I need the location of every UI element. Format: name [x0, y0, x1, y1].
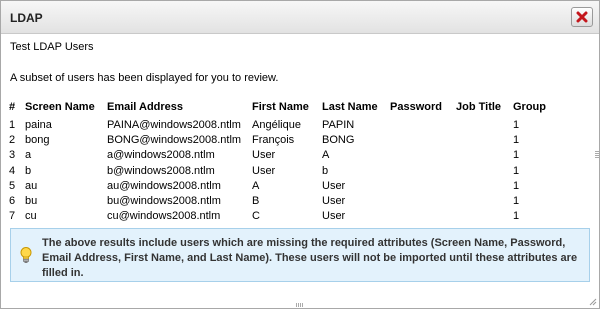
cell-screen-name: a: [25, 149, 32, 162]
cell-screen-name: paina: [25, 118, 52, 131]
cell-group: 1: [513, 195, 520, 208]
cell-email: b@windows2008.ntlm: [107, 164, 215, 177]
cell-screen-name: bong: [25, 133, 50, 146]
dialog-title: LDAP: [10, 11, 43, 25]
corner-resize-handle-icon[interactable]: [589, 298, 597, 306]
cell-password: [390, 148, 456, 163]
table-row: 1 paina PAINA@windows2008.ntlm Angélique…: [9, 117, 557, 132]
cell-job-title: [456, 132, 513, 147]
cell-group: 1: [513, 149, 520, 162]
cell-last-name: User: [322, 179, 346, 192]
table-row: 7 cu cu@windows2008.ntlm C User 1: [9, 209, 557, 224]
cell-job-title: [456, 163, 513, 178]
cell-first-name: C: [252, 210, 260, 223]
cell-group: 1: [513, 164, 520, 177]
cell-email: cu@windows2008.ntlm: [107, 210, 221, 223]
cell-last-name: User: [322, 195, 346, 208]
table-row: 4 b b@windows2008.ntlm User b 1: [9, 163, 557, 178]
cell-group: 1: [513, 179, 520, 192]
cell-first-name: User: [252, 149, 276, 162]
cell-job-title: [456, 148, 513, 163]
cell-password: [390, 163, 456, 178]
lightbulb-icon: [20, 247, 32, 263]
cell-screen-name: cu: [25, 210, 37, 223]
cell-email: au@windows2008.ntlm: [107, 179, 221, 192]
table-row: 2 bong BONG@windows2008.ntlm François BO…: [9, 132, 557, 147]
header-group: Group: [513, 101, 546, 113]
cell-group: 1: [513, 133, 520, 146]
header-first-name: First Name: [252, 101, 309, 113]
cell-screen-name: bu: [25, 195, 38, 208]
cell-first-name: B: [252, 195, 260, 208]
cell-password: [390, 132, 456, 147]
header-number: #: [9, 101, 16, 113]
cell-number: 4: [9, 164, 16, 177]
table-row: 5 au au@windows2008.ntlm A User 1: [9, 178, 557, 193]
dialog-titlebar[interactable]: LDAP: [1, 1, 599, 34]
cell-number: 1: [9, 118, 16, 131]
cell-password: [390, 178, 456, 193]
header-password: Password: [390, 101, 442, 113]
header-screen-name: Screen Name: [25, 101, 95, 113]
cell-job-title: [456, 117, 513, 132]
cell-email: a@windows2008.ntlm: [107, 149, 215, 162]
cell-number: 5: [9, 179, 16, 192]
cell-group: 1: [513, 118, 520, 131]
table-row: 6 bu bu@windows2008.ntlm B User 1: [9, 193, 557, 208]
cell-job-title: [456, 193, 513, 208]
cell-last-name: A: [322, 149, 330, 162]
cell-number: 3: [9, 149, 16, 162]
cell-job-title: [456, 209, 513, 224]
cell-first-name: Angélique: [252, 118, 301, 131]
cell-password: [390, 209, 456, 224]
cell-last-name: BONG: [322, 133, 355, 146]
close-button[interactable]: [571, 7, 593, 27]
header-last-name: Last Name: [322, 101, 378, 113]
table-row: 3 a a@windows2008.ntlm User A 1: [9, 148, 557, 163]
header-email-address: Email Address: [107, 101, 184, 113]
cell-password: [390, 193, 456, 208]
cell-email: bu@windows2008.ntlm: [107, 195, 221, 208]
cell-first-name: François: [252, 133, 295, 146]
cell-last-name: b: [322, 164, 329, 177]
close-icon: [576, 11, 588, 23]
dialog-subtitle: Test LDAP Users: [10, 41, 94, 53]
cell-first-name: User: [252, 164, 276, 177]
ldap-dialog: LDAP Test LDAP Users A subset of users h…: [0, 0, 600, 309]
cell-last-name: PAPIN: [322, 118, 355, 131]
cell-number: 7: [9, 210, 16, 223]
right-resize-grip[interactable]: [595, 151, 599, 159]
cell-number: 2: [9, 133, 16, 146]
cell-screen-name: au: [25, 179, 38, 192]
cell-password: [390, 117, 456, 132]
cell-email: BONG@windows2008.ntlm: [107, 133, 242, 146]
cell-group: 1: [513, 210, 520, 223]
notice-text: The above results include users which ar…: [42, 237, 578, 279]
bottom-resize-grip[interactable]: [296, 303, 304, 307]
header-job-title: Job Title: [456, 101, 502, 113]
cell-job-title: [456, 178, 513, 193]
cell-number: 6: [9, 195, 16, 208]
review-message: A subset of users has been displayed for…: [10, 72, 279, 84]
table-header-row: # Screen Name Email Address First Name L…: [9, 100, 557, 117]
cell-email: PAINA@windows2008.ntlm: [107, 118, 241, 131]
cell-first-name: A: [252, 179, 260, 192]
cell-screen-name: b: [25, 164, 32, 177]
info-notice: The above results include users which ar…: [10, 228, 590, 282]
users-table: # Screen Name Email Address First Name L…: [9, 100, 557, 224]
cell-last-name: User: [322, 210, 346, 223]
